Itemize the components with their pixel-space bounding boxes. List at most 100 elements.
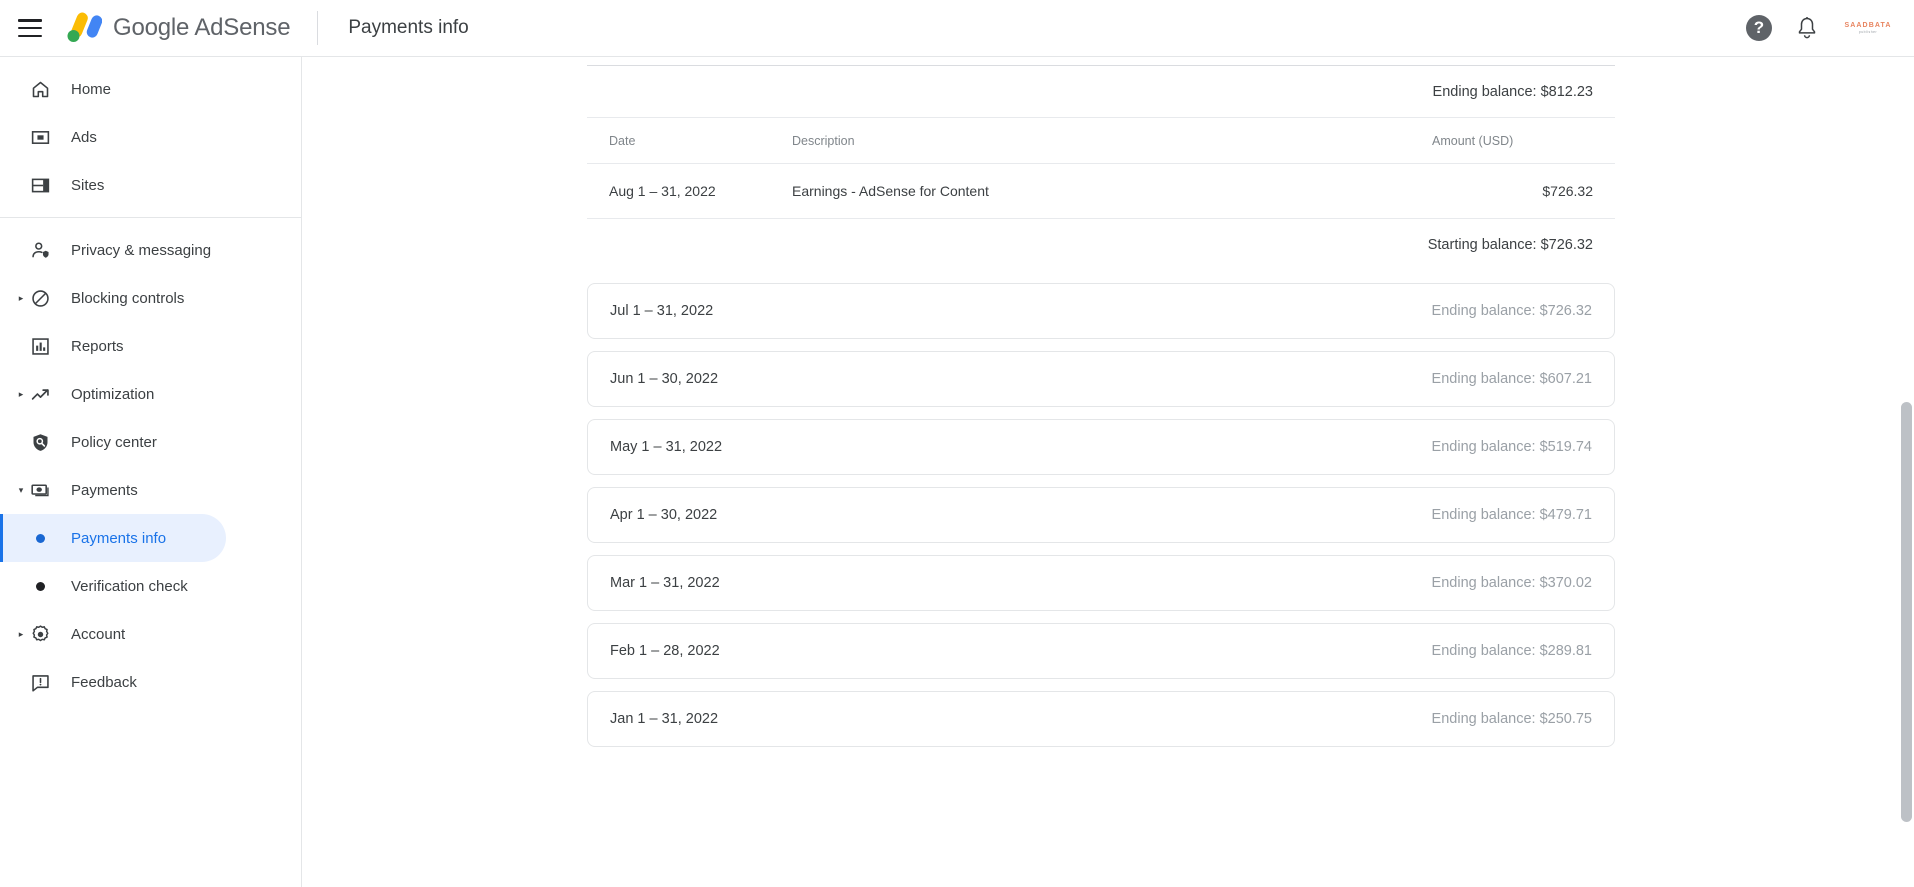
- top-app-bar: Google AdSense Payments info ? SAADBATA …: [0, 0, 1914, 57]
- chevron-right-icon[interactable]: ▸: [14, 629, 28, 640]
- sites-icon: [28, 173, 52, 197]
- month-card-balance: Ending balance: $250.75: [1431, 711, 1592, 727]
- sidebar-item-payments[interactable]: ▾ Payments: [0, 466, 301, 514]
- header-divider: [317, 11, 319, 45]
- month-card-date: Feb 1 – 28, 2022: [610, 643, 720, 659]
- policy-center-icon: [28, 430, 52, 454]
- reports-icon: [28, 334, 52, 358]
- month-card[interactable]: Feb 1 – 28, 2022 Ending balance: $289.81: [587, 623, 1615, 679]
- sidebar-divider: [0, 217, 301, 218]
- month-card-balance: Ending balance: $607.21: [1431, 371, 1592, 387]
- month-card-date: Mar 1 – 31, 2022: [610, 575, 720, 591]
- ending-balance-row: Ending balance: $812.23: [587, 66, 1615, 118]
- expanded-month-card-august: Ending balance: $812.23 Date Description…: [587, 66, 1615, 271]
- sidebar-item-label: Sites: [71, 176, 105, 194]
- table-header-row: Date Description Amount (USD): [587, 118, 1615, 164]
- bullet-dot-icon: [28, 526, 52, 550]
- cell-description: Earnings - AdSense for Content: [792, 163, 1432, 219]
- sidebar-item-label: Account: [71, 625, 126, 643]
- sidebar-item-label: Policy center: [71, 433, 157, 451]
- sidebar-item-feedback[interactable]: Feedback: [0, 658, 301, 706]
- payments-transactions-list: Ending balance: $812.23 Date Description…: [587, 65, 1615, 747]
- sidebar-item-account[interactable]: ▸ Account: [0, 610, 301, 658]
- sidebar-item-label: Privacy & messaging: [71, 241, 212, 259]
- month-card-balance: Ending balance: $726.32: [1431, 303, 1592, 319]
- month-card-date: Apr 1 – 30, 2022: [610, 507, 718, 523]
- month-card[interactable]: Jun 1 – 30, 2022 Ending balance: $607.21: [587, 351, 1615, 407]
- privacy-messaging-icon: [28, 238, 52, 262]
- column-header-date: Date: [587, 118, 792, 164]
- top-bar-actions: ? SAADBATA publisher: [1746, 15, 1894, 41]
- sidebar-item-privacy-messaging[interactable]: Privacy & messaging: [0, 226, 301, 274]
- feedback-icon: [28, 670, 52, 694]
- sidebar-navigation: Home Ads Sites Privacy & messaging ▸ Blo…: [0, 57, 302, 887]
- table-row: Aug 1 – 31, 2022 Earnings - AdSense for …: [587, 163, 1615, 219]
- help-icon[interactable]: ?: [1746, 15, 1772, 41]
- month-card-balance: Ending balance: $519.74: [1431, 439, 1592, 455]
- sidebar-item-payments-info[interactable]: Payments info: [0, 514, 226, 562]
- blocking-controls-icon: [28, 286, 52, 310]
- bullet-dot-icon: [28, 574, 52, 598]
- optimization-icon: [28, 382, 52, 406]
- sidebar-item-label: Blocking controls: [71, 289, 185, 307]
- hamburger-line: [18, 34, 42, 37]
- hamburger-line: [18, 26, 42, 30]
- chevron-down-icon[interactable]: ▾: [14, 485, 28, 496]
- avatar-sub-text: publisher: [1858, 30, 1878, 34]
- ending-balance-value: Ending balance: $812.23: [1432, 83, 1593, 100]
- month-card-balance: Ending balance: $479.71: [1431, 507, 1592, 523]
- sidebar-item-label: Home: [71, 80, 112, 98]
- payments-icon: [28, 478, 52, 502]
- column-header-amount: Amount (USD): [1432, 118, 1615, 164]
- sidebar-item-sites[interactable]: Sites: [0, 161, 301, 209]
- sidebar-item-policy-center[interactable]: Policy center: [0, 418, 301, 466]
- main-content: Ending balance: $812.23 Date Description…: [302, 57, 1914, 887]
- ads-icon: [28, 125, 52, 149]
- month-card-date: Jun 1 – 30, 2022: [610, 371, 719, 387]
- avatar-brand-text: SAADBATA: [1844, 22, 1892, 29]
- sidebar-item-label: Optimization: [71, 385, 155, 403]
- google-adsense-logo[interactable]: Google AdSense: [62, 11, 291, 45]
- hamburger-line: [18, 19, 42, 22]
- month-card[interactable]: May 1 – 31, 2022 Ending balance: $519.74: [587, 419, 1615, 475]
- month-card[interactable]: Jan 1 – 31, 2022 Ending balance: $250.75: [587, 691, 1615, 747]
- hamburger-menu-icon[interactable]: [18, 19, 42, 37]
- cell-amount: $726.32: [1432, 163, 1615, 219]
- page-scrollbar-thumb[interactable]: [1901, 402, 1912, 822]
- sidebar-item-home[interactable]: Home: [0, 65, 301, 113]
- month-card[interactable]: Mar 1 – 31, 2022 Ending balance: $370.02: [587, 555, 1615, 611]
- starting-balance-value: Starting balance: $726.32: [1427, 237, 1593, 253]
- sidebar-item-ads[interactable]: Ads: [0, 113, 301, 161]
- month-card-date: Jul 1 – 31, 2022: [610, 303, 714, 319]
- starting-balance-row: Starting balance: $726.32: [587, 219, 1615, 271]
- sidebar-item-label: Verification check: [71, 577, 188, 595]
- avatar[interactable]: SAADBATA publisher: [1842, 15, 1894, 41]
- notifications-bell-icon[interactable]: [1796, 16, 1818, 40]
- sidebar-item-blocking-controls[interactable]: ▸ Blocking controls: [0, 274, 301, 322]
- page-title: Payments info: [348, 17, 469, 38]
- month-card[interactable]: Jul 1 – 31, 2022 Ending balance: $726.32: [587, 283, 1615, 339]
- brand-title: Google AdSense: [113, 14, 291, 41]
- month-card-date: May 1 – 31, 2022: [610, 439, 723, 455]
- month-card-balance: Ending balance: $370.02: [1431, 575, 1592, 591]
- account-gear-icon: [28, 622, 52, 646]
- month-card-balance: Ending balance: $289.81: [1431, 643, 1592, 659]
- sidebar-item-label: Reports: [71, 337, 124, 355]
- month-card[interactable]: Apr 1 – 30, 2022 Ending balance: $479.71: [587, 487, 1615, 543]
- sidebar-item-optimization[interactable]: ▸ Optimization: [0, 370, 301, 418]
- sidebar-item-reports[interactable]: Reports: [0, 322, 301, 370]
- transactions-table: Date Description Amount (USD) Aug 1 – 31…: [587, 118, 1615, 219]
- chevron-right-icon[interactable]: ▸: [14, 293, 28, 304]
- month-card-date: Jan 1 – 31, 2022: [610, 711, 719, 727]
- sidebar-item-verification-check[interactable]: Verification check: [0, 562, 226, 610]
- sidebar-item-label: Payments: [71, 481, 138, 499]
- column-header-description: Description: [792, 118, 1432, 164]
- sidebar-item-label: Feedback: [71, 673, 137, 691]
- cell-date: Aug 1 – 31, 2022: [587, 163, 792, 219]
- page-scrollbar-track[interactable]: [1899, 57, 1914, 887]
- adsense-mark-icon: [62, 11, 103, 45]
- sidebar-item-label: Ads: [71, 128, 97, 146]
- sidebar-item-label: Payments info: [71, 529, 167, 547]
- home-icon: [28, 77, 52, 101]
- chevron-right-icon[interactable]: ▸: [14, 389, 28, 400]
